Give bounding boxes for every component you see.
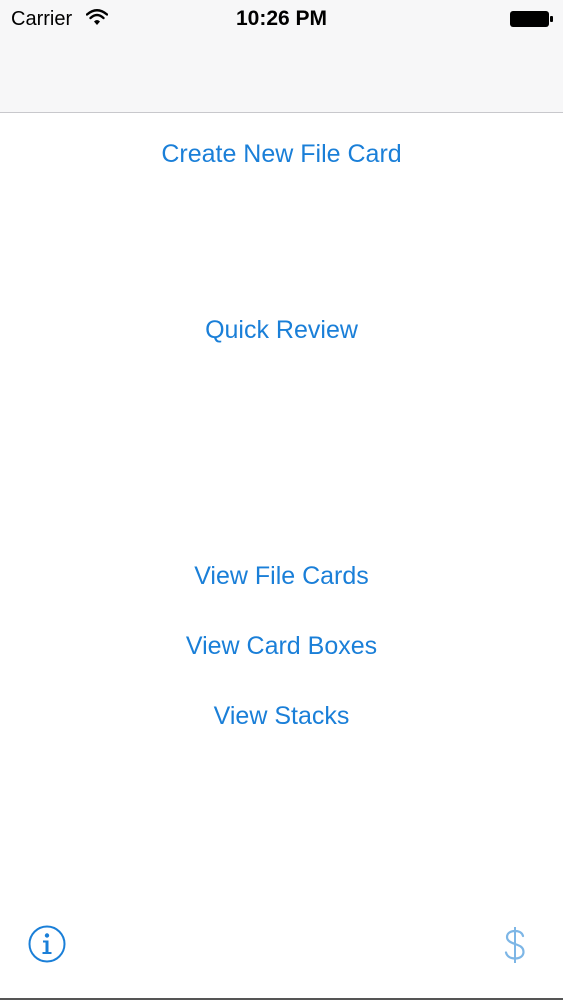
view-file-cards-button[interactable]: View File Cards [0, 561, 563, 591]
quick-review-button[interactable]: Quick Review [0, 315, 563, 345]
info-icon [28, 925, 66, 963]
info-button[interactable] [28, 925, 66, 963]
status-bar: Carrier 10:26 PM [0, 0, 563, 40]
main-screen: Carrier 10:26 PM Create New File Card Qu… [0, 0, 563, 1000]
dollar-icon [504, 927, 525, 963]
purchase-button[interactable] [500, 925, 530, 965]
view-stacks-button[interactable]: View Stacks [0, 701, 563, 731]
battery-icon [509, 9, 555, 34]
view-card-boxes-button[interactable]: View Card Boxes [0, 631, 563, 661]
create-new-file-card-button[interactable]: Create New File Card [0, 139, 563, 169]
navigation-bar: Carrier 10:26 PM [0, 0, 563, 113]
clock-label: 10:26 PM [235, 7, 328, 30]
